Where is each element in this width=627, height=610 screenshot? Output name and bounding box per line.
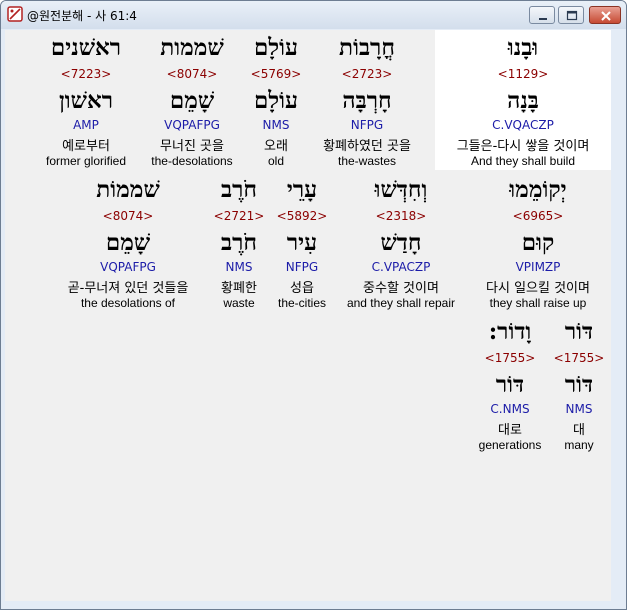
strong-number[interactable]: <8074> bbox=[43, 209, 213, 223]
word-card[interactable]: וְחִדְּשׁוּ <2318> חָדַשׁ C.VPACZP 중수할 것… bbox=[341, 172, 461, 312]
english-gloss: they shall raise up bbox=[489, 296, 587, 310]
maximize-button[interactable] bbox=[558, 6, 584, 24]
hebrew-surface: יְקוֹמֵמוּ bbox=[509, 176, 567, 203]
hebrew-lemma: בָּנָה bbox=[507, 87, 539, 114]
english-gloss: the-wastes bbox=[337, 154, 397, 168]
hebrew-lemma: חָרְבָּה bbox=[342, 87, 392, 114]
korean-gloss: 대 bbox=[573, 423, 585, 438]
parsing-code: NMS bbox=[565, 402, 593, 416]
app-window: @원전분해 - 사 61:4 ראשׁנים <7223> ראשׁון AMP… bbox=[0, 0, 627, 610]
minimize-button[interactable] bbox=[529, 6, 555, 24]
hebrew-surface: וְחִדְּשׁוּ bbox=[374, 176, 428, 203]
verse-analysis-panel: ראשׁנים <7223> ראשׁון AMP 예로부터 former gl… bbox=[5, 30, 611, 601]
strong-number[interactable]: <2318> bbox=[331, 209, 471, 223]
right-frame bbox=[611, 30, 622, 601]
window-title: @원전분해 - 사 61:4 bbox=[27, 9, 137, 23]
korean-gloss: 중수할 것이며 bbox=[363, 281, 439, 296]
strong-number[interactable]: <2723> bbox=[309, 67, 425, 81]
word-card[interactable]: דּוֹר <1755> דּוֹר NMS 대 many bbox=[549, 314, 609, 454]
hebrew-surface: חֳרָבוֹת bbox=[339, 34, 395, 61]
hebrew-lemma: שָׁמֵם bbox=[105, 229, 151, 256]
title-bar[interactable]: @원전분해 - 사 61:4 bbox=[1, 1, 626, 29]
korean-gloss: 곧-무너져 있던 것들을 bbox=[67, 281, 189, 296]
korean-gloss: 다시 일으킬 것이며 bbox=[486, 281, 590, 296]
hebrew-lemma: ראשׁון bbox=[58, 87, 114, 114]
word-card-selected[interactable]: וּבָנוּ <1129> בָּנָה C.VQACZP 그들은-다시 쌓을… bbox=[435, 30, 611, 170]
bottom-frame bbox=[1, 601, 626, 609]
app-icon bbox=[7, 6, 23, 22]
korean-gloss: 황폐하였던 곳을 bbox=[323, 139, 411, 154]
strong-number[interactable]: <7223> bbox=[28, 67, 144, 81]
word-card[interactable]: וָדוֹר: <1755> דּוֹר C.NMS 대로 generation… bbox=[471, 314, 549, 454]
english-gloss: And they shall build bbox=[470, 154, 576, 168]
parsing-code: VPIMZP bbox=[515, 260, 561, 274]
word-card[interactable]: עָרֵי <5892> עִיר NFPG 성읍 the-cities bbox=[267, 172, 337, 312]
parsing-code: C.VQACZP bbox=[492, 118, 554, 132]
word-card[interactable]: שׁממוֹת <8074> שָׁמֵם VQPAFPG 곧-무너져 있던 것… bbox=[53, 172, 203, 312]
korean-gloss: 예로부터 bbox=[62, 139, 110, 154]
strong-number[interactable]: <1755> bbox=[539, 351, 619, 365]
word-card[interactable]: חֳרָבוֹת <2723> חָרְבָּה NFPG 황폐하였던 곳을 t… bbox=[319, 30, 415, 170]
parsing-code: VQPAFPG bbox=[100, 260, 156, 274]
hebrew-lemma: קוּם bbox=[521, 229, 555, 256]
strong-number[interactable]: <6965> bbox=[465, 209, 611, 223]
parsing-code: C.VPACZP bbox=[371, 260, 431, 274]
english-gloss: the desolations of bbox=[80, 296, 176, 310]
word-card[interactable]: יְקוֹמֵמוּ <6965> קוּם VPIMZP 다시 일으킬 것이며… bbox=[475, 172, 601, 312]
word-card[interactable]: ראשׁנים <7223> ראשׁון AMP 예로부터 former gl… bbox=[38, 30, 134, 170]
parsing-code: AMP bbox=[73, 118, 99, 132]
parsing-code: NFPG bbox=[350, 118, 384, 132]
english-gloss: and they shall repair bbox=[346, 296, 456, 310]
hebrew-lemma: חָדַשׁ bbox=[380, 229, 422, 256]
korean-gloss: 그들은-다시 쌓을 것이며 bbox=[456, 139, 590, 154]
close-button[interactable] bbox=[589, 6, 621, 24]
hebrew-surface: דּוֹר bbox=[564, 318, 594, 345]
hebrew-lemma: דּוֹר bbox=[564, 371, 594, 398]
hebrew-surface: ראשׁנים bbox=[50, 34, 122, 61]
english-gloss: former glorified bbox=[45, 154, 127, 168]
strong-number[interactable]: <1129> bbox=[425, 67, 621, 81]
hebrew-surface: וּבָנוּ bbox=[507, 34, 539, 61]
english-gloss: many bbox=[564, 438, 594, 452]
hebrew-surface: שׁממוֹת bbox=[96, 176, 160, 203]
